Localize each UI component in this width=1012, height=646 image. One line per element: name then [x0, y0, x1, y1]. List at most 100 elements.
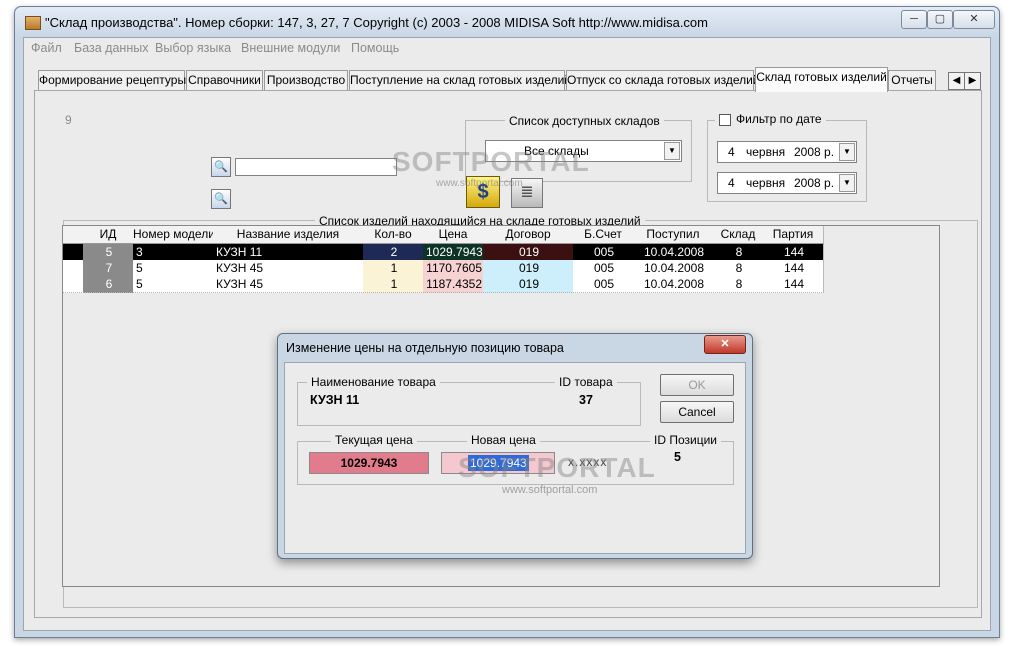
search-2-icon[interactable]: 🔍	[211, 189, 231, 209]
menu-modules[interactable]: Внешние модули	[241, 41, 340, 55]
dialog-close-button[interactable]: ✕	[704, 335, 746, 354]
menu-language[interactable]: Выбор языка	[155, 41, 231, 55]
tab-warehouse[interactable]: Склад готовых изделий	[755, 67, 888, 92]
col-header-name[interactable]: Название изделия	[213, 226, 364, 244]
chevron-down-icon[interactable]: ▼	[664, 142, 680, 160]
watermark-url: www.softportal.com	[436, 178, 523, 189]
row-indicator-header	[63, 226, 84, 244]
watermark-brand: SOFTPORTAL	[392, 146, 590, 177]
window-title: "Склад производства". Номер сборки: 147,…	[45, 15, 708, 30]
col-header-account[interactable]: Б.Счет	[573, 226, 634, 244]
col-header-model[interactable]: Номер модели	[133, 226, 214, 244]
position-id-label: ID Позиции	[650, 433, 721, 447]
cell-id[interactable]: 6	[83, 276, 134, 293]
counter-label: 9	[65, 113, 72, 127]
date-filter-checkbox[interactable]	[719, 113, 731, 126]
tab-recipes[interactable]: Формирование рецептуры	[38, 70, 186, 91]
chevron-down-icon[interactable]: ▼	[839, 174, 855, 192]
table-row[interactable]: 6 5 КУЗН 45 1 1187.4352 019 005 10.04.2008 8 144	[63, 276, 824, 293]
cell-account[interactable]: 005	[573, 276, 634, 293]
new-price-label: Новая цена	[467, 433, 540, 447]
date-to-day: 4	[728, 176, 735, 190]
cell-warehouse[interactable]: 8	[713, 260, 764, 277]
tab-shipment[interactable]: Отпуск со склада готовых изделий	[566, 70, 760, 91]
date-filter-label: Фильтр по дате	[736, 112, 822, 126]
cell-warehouse[interactable]: 8	[713, 244, 764, 261]
search-icon[interactable]: 🔍	[211, 157, 231, 177]
date-to-picker[interactable]: 4 червня 2008 р. ▼	[717, 172, 857, 194]
cell-name[interactable]: КУЗН 45	[213, 276, 364, 293]
grid-body: 5 3 КУЗН 11 2 1029.7943 019 005 10.04.2008 8 144 7…	[63, 244, 824, 304]
tab-scroll-right-button[interactable]: ▶	[964, 72, 981, 90]
cell-qty[interactable]: 1	[363, 276, 424, 293]
cell-received[interactable]: 10.04.2008	[633, 260, 714, 277]
table-row[interactable]: 7 5 КУЗН 45 1 1170.7605 019 005 10.04.2008 8 144	[63, 260, 824, 277]
maximize-button[interactable]: ▢	[927, 10, 953, 29]
cell-id[interactable]: 5	[83, 244, 134, 261]
tab-reports[interactable]: Отчеты	[888, 70, 936, 91]
minimize-button[interactable]: ─	[901, 10, 927, 29]
col-header-received[interactable]: Поступил	[633, 226, 714, 244]
watermark-url-2: www.softportal.com	[502, 484, 598, 496]
menu-file[interactable]: Файл	[31, 41, 62, 55]
chevron-down-icon[interactable]: ▼	[839, 143, 855, 161]
cell-name[interactable]: КУЗН 45	[213, 260, 364, 277]
app-box-icon	[25, 16, 41, 30]
cell-id[interactable]: 7	[83, 260, 134, 277]
row-indicator[interactable]	[63, 244, 84, 261]
ok-button[interactable]: OK	[660, 374, 734, 396]
cell-price[interactable]: 1029.7943	[423, 244, 484, 261]
cell-batch[interactable]: 144	[763, 276, 824, 293]
col-header-price[interactable]: Цена	[423, 226, 484, 244]
cell-received[interactable]: 10.04.2008	[633, 244, 714, 261]
menu-help[interactable]: Помощь	[351, 41, 399, 55]
cell-qty[interactable]: 2	[363, 244, 424, 261]
cell-contract[interactable]: 019	[483, 276, 574, 293]
cell-contract[interactable]: 019	[483, 244, 574, 261]
position-id-value: 5	[674, 450, 681, 464]
date-to-year: 2008 р.	[794, 176, 835, 190]
col-header-contract[interactable]: Договор	[483, 226, 574, 244]
current-price-label: Текущая цена	[331, 433, 417, 447]
cell-account[interactable]: 005	[573, 244, 634, 261]
row-indicator[interactable]	[63, 276, 84, 293]
tab-references[interactable]: Справочники	[186, 70, 263, 91]
date-from-picker[interactable]: 4 червня 2008 р. ▼	[717, 141, 857, 163]
cell-warehouse[interactable]: 8	[713, 276, 764, 293]
cell-model[interactable]: 5	[133, 260, 214, 277]
cell-batch[interactable]: 144	[763, 260, 824, 277]
col-header-warehouse[interactable]: Склад	[713, 226, 764, 244]
date-from-day: 4	[728, 145, 735, 159]
cell-received[interactable]: 10.04.2008	[633, 276, 714, 293]
date-from-month: червня	[746, 145, 786, 159]
product-id-value: 37	[579, 393, 593, 407]
search-input[interactable]	[235, 158, 397, 176]
cell-price[interactable]: 1187.4352	[423, 276, 484, 293]
warehouses-group-title: Список доступных складов	[505, 114, 664, 128]
product-name-value: КУЗН 11	[310, 393, 360, 407]
cell-account[interactable]: 005	[573, 260, 634, 277]
date-from-year: 2008 р.	[794, 145, 835, 159]
cell-price[interactable]: 1170.7605	[423, 260, 484, 277]
row-indicator[interactable]	[63, 260, 84, 277]
col-header-qty[interactable]: Кол-во	[363, 226, 424, 244]
cell-model[interactable]: 5	[133, 276, 214, 293]
date-filter-toggle[interactable]: Фильтр по дате	[715, 112, 826, 126]
current-price-field: 1029.7943	[309, 452, 429, 474]
table-row[interactable]: 5 3 КУЗН 11 2 1029.7943 019 005 10.04.2008 8 144	[63, 244, 824, 261]
cancel-button[interactable]: Cancel	[660, 401, 734, 423]
col-header-id[interactable]: ИД	[83, 226, 134, 244]
cell-model[interactable]: 3	[133, 244, 214, 261]
tab-scroll-left-button[interactable]: ◀	[948, 72, 965, 90]
cell-contract[interactable]: 019	[483, 260, 574, 277]
tab-receipt[interactable]: Поступление на склад готовых изделий	[349, 70, 571, 91]
close-button[interactable]: ✕	[953, 10, 995, 29]
product-name-label: Наименование товара	[307, 375, 440, 389]
cell-qty[interactable]: 1	[363, 260, 424, 277]
menu-database[interactable]: База данных	[74, 41, 148, 55]
tab-production[interactable]: Производство	[264, 70, 348, 91]
col-header-batch[interactable]: Партия	[763, 226, 824, 244]
cell-name[interactable]: КУЗН 11	[213, 244, 364, 261]
title-bar[interactable]: "Склад производства". Номер сборки: 147,…	[15, 7, 999, 37]
cell-batch[interactable]: 144	[763, 244, 824, 261]
